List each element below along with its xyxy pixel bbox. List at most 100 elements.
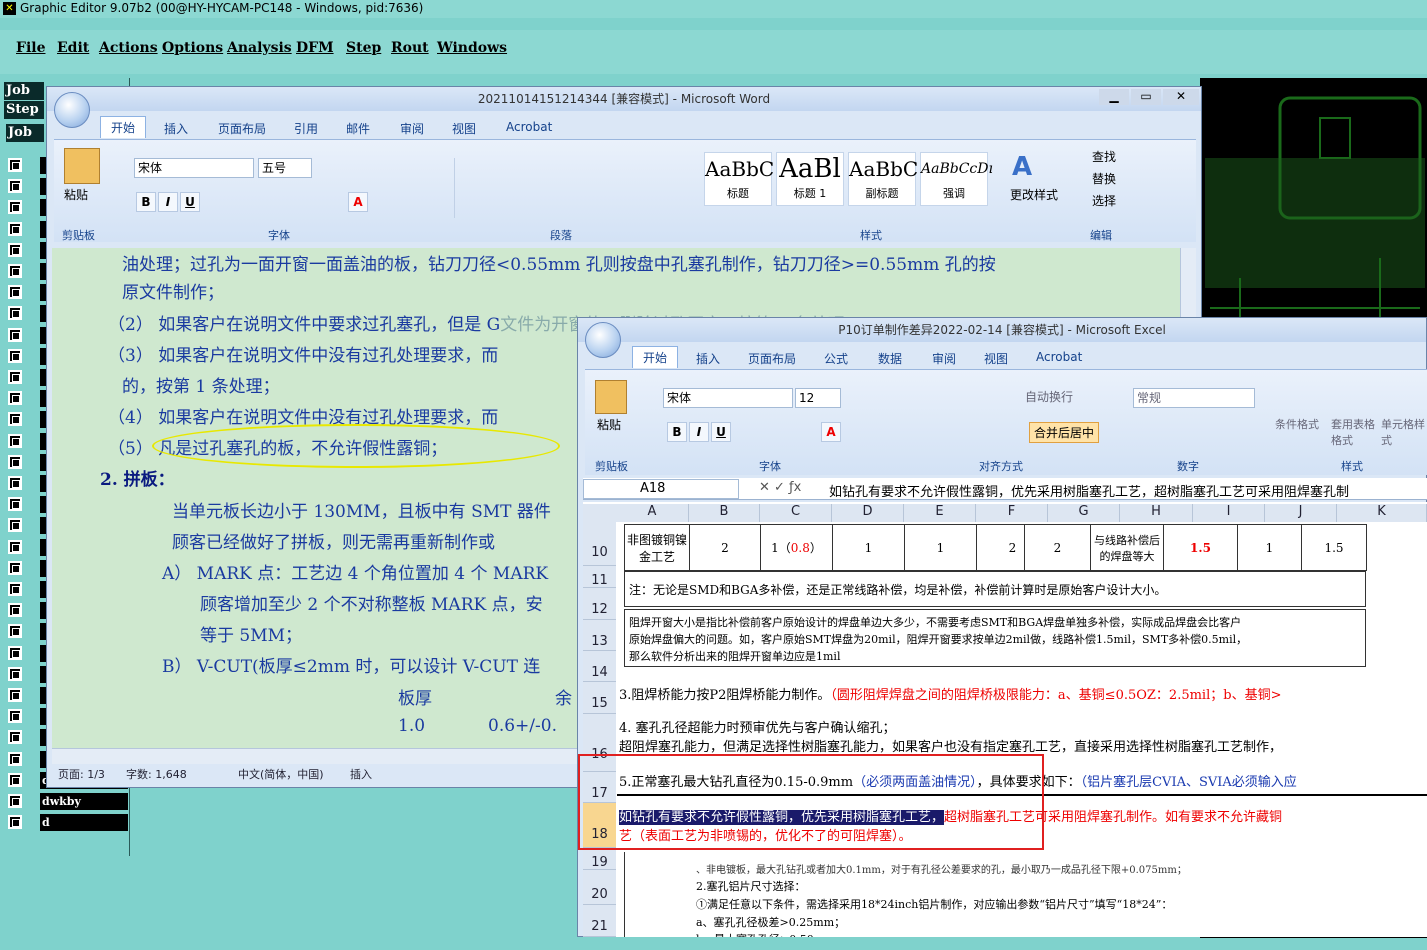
menu-options[interactable]: Options	[162, 40, 223, 56]
excel-tab-home[interactable]: 开始	[632, 346, 679, 368]
layer-row[interactable]: dwkby	[6, 793, 128, 810]
layer-checkbox[interactable]	[8, 582, 22, 596]
table-cell[interactable]: 1	[832, 524, 905, 571]
minimize-button[interactable]: ▁	[1099, 89, 1129, 105]
font-size-field[interactable]: 五号	[258, 158, 312, 178]
table-cell[interactable]: 非图镀铜镍金工艺	[624, 524, 690, 571]
job-button[interactable]: Job	[6, 124, 44, 142]
column-header[interactable]: B	[689, 504, 760, 522]
column-header[interactable]: H	[1120, 504, 1193, 522]
select-button[interactable]: 选择	[1092, 192, 1116, 209]
row-header[interactable]: 19	[583, 848, 616, 870]
layer-checkbox[interactable]	[8, 306, 22, 320]
row-header[interactable]: 21	[583, 905, 616, 937]
column-header[interactable]: J	[1265, 504, 1337, 522]
tab-page-layout[interactable]: 页面布局	[218, 120, 266, 137]
layer-checkbox[interactable]	[8, 794, 22, 808]
layer-checkbox[interactable]	[8, 667, 22, 681]
excel-font-size-field[interactable]: 12	[795, 388, 841, 408]
layer-checkbox[interactable]	[8, 497, 22, 511]
table-cell[interactable]: 1.5	[1163, 524, 1238, 571]
change-styles-icon[interactable]: A	[1012, 152, 1032, 182]
table-cell[interactable]: 2	[689, 524, 761, 571]
row-header[interactable]: 20	[583, 870, 616, 905]
layer-checkbox[interactable]	[8, 518, 22, 532]
table-cell[interactable]: 1	[904, 524, 977, 571]
tab-insert[interactable]: 插入	[164, 120, 188, 137]
select-all-corner[interactable]	[583, 504, 616, 522]
format-table-button[interactable]: 套用表格格式	[1331, 416, 1375, 448]
excel-tab-data[interactable]: 数据	[878, 350, 902, 367]
column-header[interactable]: G	[1048, 504, 1120, 522]
cell-styles-button[interactable]: 单元格样式	[1381, 416, 1425, 448]
table-cell[interactable]: 1（ 0.8）	[760, 524, 833, 571]
column-header[interactable]: C	[760, 504, 832, 522]
row-header[interactable]: 11	[583, 566, 616, 588]
excel-font-name-field[interactable]: 宋体	[663, 388, 793, 408]
style-emphasis[interactable]: AaBbCcDı 强调	[920, 152, 993, 206]
paragraph-controls[interactable]	[454, 158, 674, 218]
layer-checkbox[interactable]	[8, 391, 22, 405]
column-header[interactable]: I	[1193, 504, 1265, 522]
font-name-field[interactable]: 宋体	[134, 158, 254, 178]
excel-office-button[interactable]	[585, 322, 621, 358]
style-subtitle[interactable]: AaBbC 副标题	[848, 152, 918, 206]
layer-checkbox[interactable]	[8, 264, 22, 278]
excel-tab-insert[interactable]: 插入	[696, 350, 720, 367]
row-header[interactable]: 14	[583, 651, 616, 682]
font-color-button[interactable]: A	[348, 192, 368, 212]
bold-button[interactable]: B	[136, 192, 156, 212]
tab-home[interactable]: 开始	[100, 116, 147, 138]
excel-font-color-button[interactable]: A	[821, 422, 841, 442]
office-button[interactable]	[54, 92, 90, 128]
paste-icon[interactable]	[64, 148, 100, 184]
status-words[interactable]: 字数: 1,648	[126, 764, 187, 786]
layer-checkbox[interactable]	[8, 158, 22, 172]
layer-checkbox[interactable]	[8, 603, 22, 617]
menu-dfm[interactable]: DFM	[296, 40, 334, 56]
column-header[interactable]: K	[1337, 504, 1427, 522]
layer-checkbox[interactable]	[8, 455, 22, 469]
layer-checkbox[interactable]	[8, 370, 22, 384]
layer-checkbox[interactable]	[8, 752, 22, 766]
column-header[interactable]: F	[976, 504, 1048, 522]
row-header[interactable]: 13	[583, 620, 616, 651]
conditional-format-button[interactable]: 条件格式	[1275, 416, 1319, 432]
italic-button[interactable]: I	[158, 192, 178, 212]
style-heading1[interactable]: AaBl 标题 1	[776, 152, 844, 206]
layer-checkbox[interactable]	[8, 773, 22, 787]
layer-checkbox[interactable]	[8, 243, 22, 257]
layer-checkbox[interactable]	[8, 285, 22, 299]
underline-button[interactable]: U	[180, 192, 200, 212]
menu-step[interactable]: Step	[346, 40, 381, 56]
tab-mailings[interactable]: 邮件	[346, 120, 370, 137]
tab-references[interactable]: 引用	[294, 120, 318, 137]
menu-actions[interactable]: Actions	[99, 40, 158, 56]
table-cell[interactable]: 2	[1024, 524, 1091, 571]
excel-paste-icon[interactable]	[595, 380, 627, 414]
row-header[interactable]: 15	[583, 682, 616, 714]
name-box[interactable]: A18	[583, 479, 739, 499]
style-title[interactable]: AaBbC 标题	[704, 152, 774, 206]
formula-input[interactable]: 如钻孔有要求不允许假性露铜，优先采用树脂塞孔工艺，超树脂塞孔工艺可采用阻焊塞孔制	[829, 481, 1349, 500]
replace-button[interactable]: 替换	[1092, 170, 1116, 187]
excel-underline-button[interactable]: U	[711, 422, 731, 442]
layer-checkbox[interactable]	[8, 688, 22, 702]
tab-review[interactable]: 审阅	[400, 120, 424, 137]
merge-center-button[interactable]: 合并后居中	[1029, 422, 1100, 443]
layer-checkbox[interactable]	[8, 476, 22, 490]
status-language[interactable]: 中文(简体，中国)	[238, 764, 324, 786]
find-button[interactable]: 查找	[1092, 148, 1116, 165]
menu-edit[interactable]: Edit	[57, 40, 89, 56]
status-insert-mode[interactable]: 插入	[350, 764, 372, 786]
column-header[interactable]: D	[832, 504, 904, 522]
menu-file[interactable]: File	[16, 40, 45, 56]
layer-checkbox[interactable]	[8, 328, 22, 342]
maximize-button[interactable]: ▭	[1131, 89, 1161, 105]
menu-windows[interactable]: Windows	[437, 40, 507, 56]
layer-checkbox[interactable]	[8, 646, 22, 660]
excel-italic-button[interactable]: I	[689, 422, 709, 442]
layer-checkbox[interactable]	[8, 561, 22, 575]
layer-checkbox[interactable]	[8, 815, 22, 829]
layer-checkbox[interactable]	[8, 179, 22, 193]
